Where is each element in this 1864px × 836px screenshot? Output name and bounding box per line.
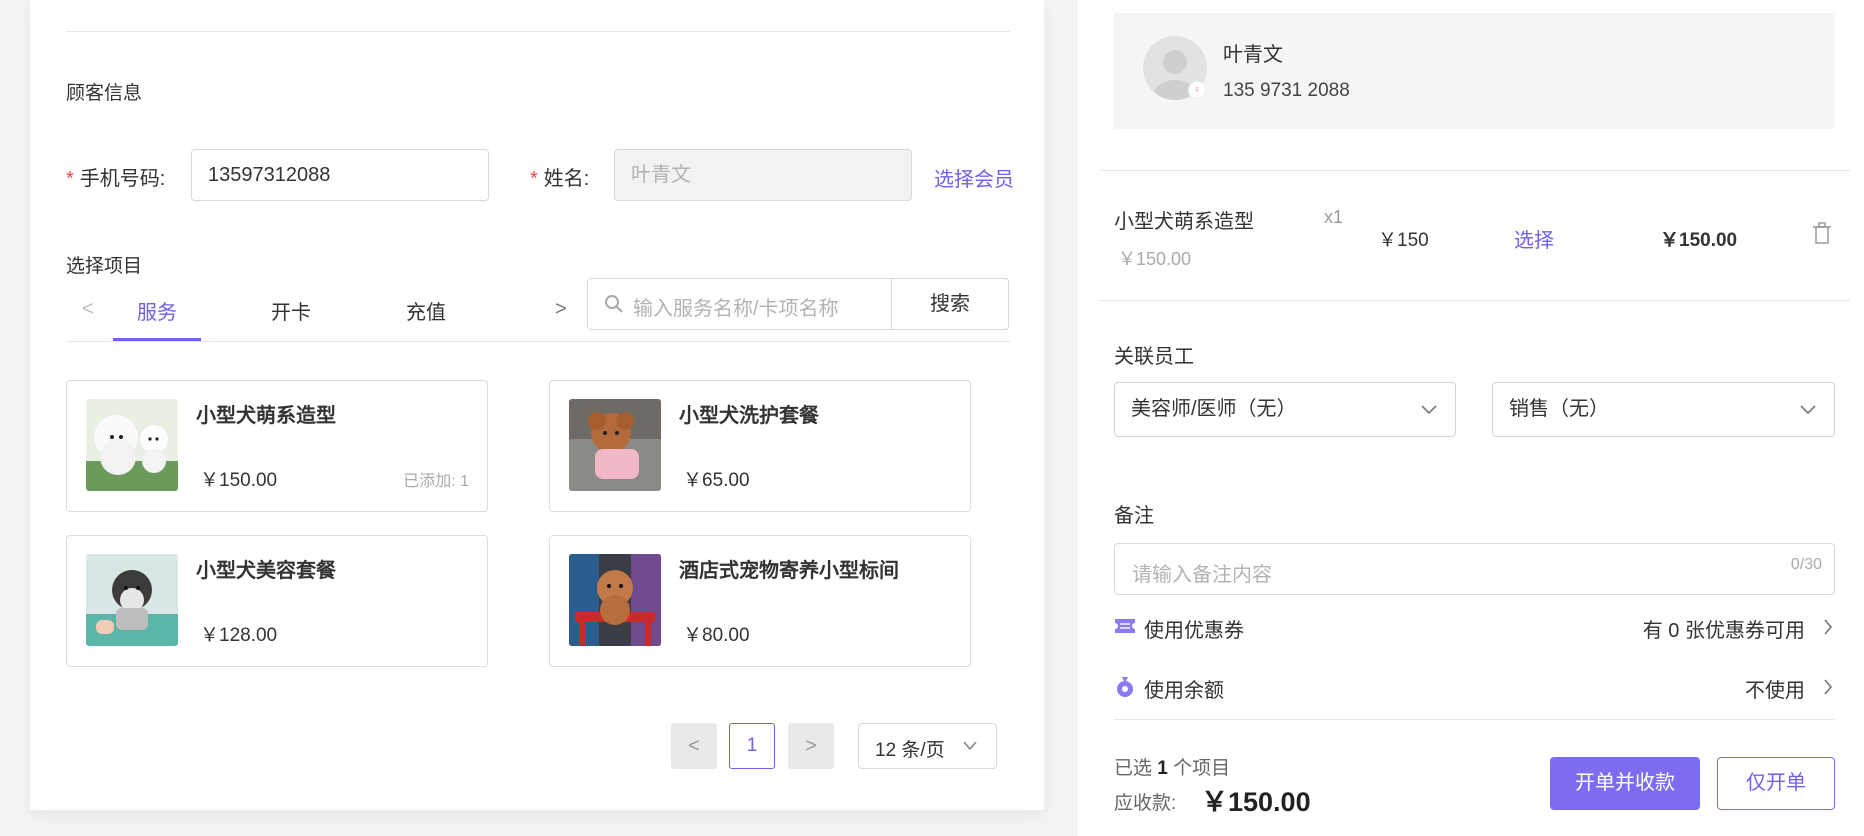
page-size-value: 12 条/页 [875, 740, 945, 761]
product-thumbnail [86, 554, 178, 646]
remark-section-title: 备注 [1114, 505, 1154, 527]
checkout-button[interactable]: 开单并收款 [1550, 757, 1700, 810]
gender-icon: ♀ [1188, 81, 1206, 99]
product-thumbnail [569, 554, 661, 646]
customer-section-title: 顾客信息 [66, 83, 143, 104]
remark-counter: 0/30 [1790, 556, 1822, 573]
search-icon [605, 295, 623, 313]
due-amount: ￥150.00 [1201, 787, 1311, 817]
required-mark: * [66, 168, 74, 190]
tabs-prev-icon[interactable]: < [82, 298, 94, 321]
product-thumbnail [86, 399, 178, 491]
phone-label-text: 手机号码: [79, 168, 166, 190]
pagination-prev-button[interactable]: < [671, 723, 717, 769]
selected-count: 1 [1157, 758, 1168, 779]
groomer-select[interactable]: 美容师/医师（无） [1114, 382, 1456, 437]
coupon-value: 有 0 张优惠券可用 [1642, 620, 1805, 642]
product-price: ￥150.00 [200, 470, 278, 491]
top-divider [66, 31, 1010, 32]
tab-open-card[interactable]: 开卡 [271, 296, 311, 325]
coupon-row[interactable]: 使用优惠券 有 0 张优惠券可用 [1114, 612, 1835, 644]
name-input[interactable]: 叶青文 [614, 149, 912, 201]
order-item-name: 小型犬萌系造型 [1114, 211, 1254, 233]
member-card [1114, 13, 1835, 129]
order-only-button[interactable]: 仅开单 [1717, 757, 1835, 810]
balance-label: 使用余额 [1144, 680, 1224, 702]
balance-value: 不使用 [1745, 680, 1805, 702]
tabs-next-icon[interactable]: > [555, 298, 567, 321]
chevron-down-icon [963, 741, 977, 751]
name-label: * 姓名: [530, 162, 589, 191]
sales-select-value: 销售（无） [1509, 398, 1609, 420]
member-phone: 135 9731 2088 [1223, 80, 1350, 101]
product-name: 小型犬洗护套餐 [679, 405, 819, 427]
product-name: 小型犬美容套餐 [196, 560, 336, 582]
ticket-icon [1115, 619, 1135, 633]
remark-placeholder: 请输入备注内容 [1132, 564, 1272, 586]
order-item-subtotal: ￥150.00 [1660, 230, 1738, 251]
product-card[interactable]: 酒店式宠物寄养小型标间 ￥80.00 [549, 535, 971, 667]
phone-input[interactable]: 13597312088 [191, 149, 489, 201]
product-name: 酒店式宠物寄养小型标间 [679, 560, 899, 582]
product-name: 小型犬萌系造型 [196, 405, 336, 427]
required-mark: * [530, 168, 538, 190]
trash-icon[interactable] [1812, 222, 1832, 244]
money-bag-icon [1117, 677, 1133, 697]
product-card[interactable]: 小型犬萌系造型 ￥150.00 已添加: 1 [66, 380, 488, 512]
groomer-select-value: 美容师/医师（无） [1131, 398, 1297, 420]
selected-prefix: 已选 [1114, 758, 1153, 779]
remark-input[interactable]: 请输入备注内容 0/30 [1114, 543, 1835, 595]
coupon-label: 使用优惠券 [1144, 620, 1244, 642]
pagination-page-1[interactable]: 1 [729, 723, 775, 769]
order-item-unit-price: ￥150 [1378, 230, 1429, 251]
pagination-next-button[interactable]: > [788, 723, 834, 769]
search-input[interactable]: 输入服务名称/卡项名称 [633, 292, 839, 321]
items-section-title: 选择项目 [66, 256, 143, 277]
product-thumbnail [569, 399, 661, 491]
balance-row[interactable]: 使用余额 不使用 [1114, 672, 1835, 704]
chevron-down-icon [1421, 405, 1437, 415]
added-count: 已添加: 1 [403, 473, 469, 490]
phone-label: * 手机号码: [66, 162, 165, 191]
tab-recharge[interactable]: 充值 [406, 296, 446, 325]
order-item-original-price: ￥150.00 [1118, 249, 1192, 269]
order-item-qty: x1 [1324, 207, 1344, 227]
chevron-right-icon [1824, 679, 1833, 695]
order-item-select-link[interactable]: 选择 [1514, 224, 1554, 253]
name-label-text: 姓名: [543, 168, 590, 190]
member-name: 叶青文 [1223, 44, 1283, 66]
product-card[interactable]: 小型犬美容套餐 ￥128.00 [66, 535, 488, 667]
selected-suffix: 个项目 [1173, 758, 1231, 779]
due-label: 应收款: [1114, 793, 1177, 814]
divider [1100, 170, 1850, 171]
page-size-select[interactable]: 12 条/页 [858, 723, 997, 769]
tab-service[interactable]: 服务 [137, 296, 177, 325]
selected-summary: 已选 1 个项目 [1114, 753, 1230, 780]
divider [1100, 300, 1850, 301]
product-price: ￥65.00 [683, 470, 750, 491]
select-member-link[interactable]: 选择会员 [934, 163, 1014, 192]
product-price: ￥80.00 [683, 625, 750, 646]
tabs-divider [66, 341, 1010, 342]
staff-section-title: 关联员工 [1114, 346, 1194, 368]
sales-select[interactable]: 销售（无） [1492, 382, 1835, 437]
search-box[interactable]: 输入服务名称/卡项名称 [587, 278, 892, 330]
divider [1114, 719, 1835, 720]
product-card[interactable]: 小型犬洗护套餐 ￥65.00 [549, 380, 971, 512]
product-price: ￥128.00 [200, 625, 278, 646]
search-button[interactable]: 搜索 [891, 278, 1009, 330]
chevron-right-icon [1824, 619, 1833, 635]
chevron-down-icon [1800, 405, 1816, 415]
